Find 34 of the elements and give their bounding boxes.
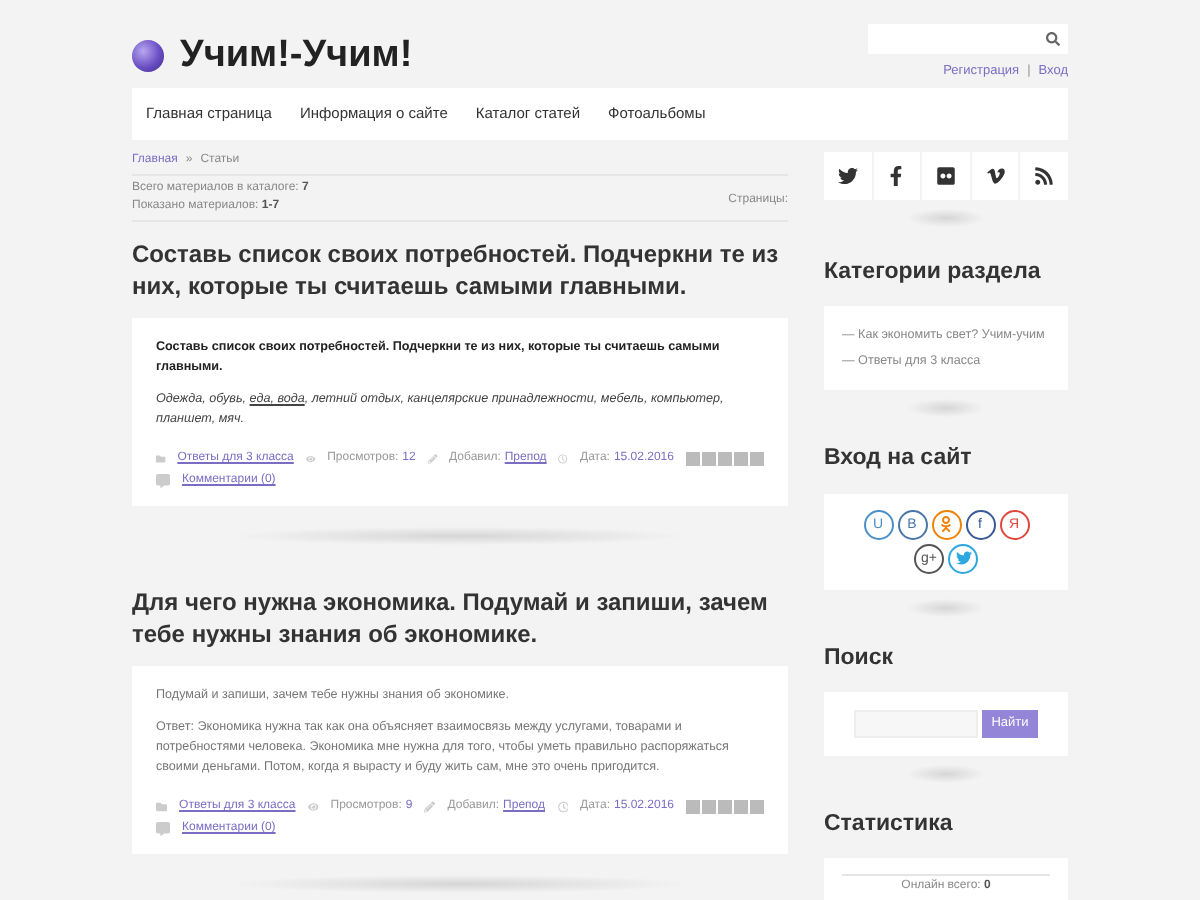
social-button[interactable] [1020,152,1068,200]
search-icon[interactable] [1046,32,1060,46]
bird-icon [837,166,858,186]
rss-icon [1034,166,1055,186]
comment-icon [156,474,170,488]
rating-stars[interactable] [686,452,764,466]
folder-icon [156,800,168,814]
sidebar-heading: Вход на сайт [824,444,974,475]
eye-icon [307,800,319,814]
clock-icon [557,800,569,814]
f-letter-icon [886,166,907,186]
sidebar-heading: Категории раздела [824,258,1043,288]
comment-icon [156,822,170,836]
social-button[interactable] [873,152,921,200]
bird-icon[interactable] [948,543,978,573]
social-button[interactable] [824,152,872,200]
social-button[interactable] [971,152,1019,200]
folder-icon [156,452,166,466]
search-field[interactable] [868,24,1068,54]
article-title[interactable]: Составь список своих потребностей. Подчеркни те из них, которые ты считаешь самыми главными. [132,238,788,302]
eye-icon [305,452,316,466]
rating-stars[interactable] [686,800,765,814]
pencil-icon [424,800,436,814]
site-title[interactable]: Учим!-Учим! [180,27,413,85]
social-button[interactable] [922,152,970,200]
person-icon[interactable] [931,509,961,539]
article-title[interactable]: Для чего нужна экономика. Подумай и запиши, зачем тебе нужны знания об экономике. [132,586,788,650]
sidebar-heading: Поиск [824,643,896,673]
clock-icon [558,452,568,466]
v-letter-icon [985,166,1006,186]
ball-logo-icon [132,40,164,72]
two-dots-icon [935,166,956,186]
sidebar-heading: Статистика [824,809,955,840]
pencil-icon [427,452,438,466]
